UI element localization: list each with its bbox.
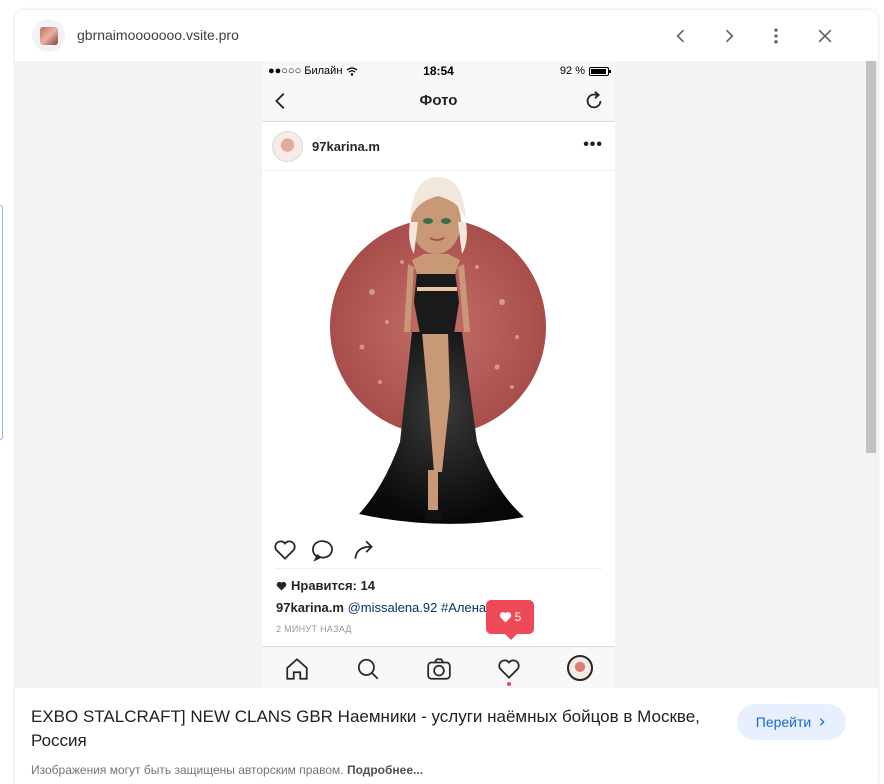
- site-favicon[interactable]: [32, 19, 65, 52]
- like-notification-badge: 5: [486, 600, 534, 640]
- post-header: 97karina.m •••: [262, 123, 615, 171]
- share-icon[interactable]: [351, 537, 377, 563]
- side-panel-edge: [0, 205, 3, 440]
- caption-username: 97karina.m: [276, 600, 344, 615]
- close-icon: [818, 29, 832, 43]
- more-options-button[interactable]: [762, 22, 790, 50]
- refresh-icon: [586, 91, 602, 109]
- likes-count: Нравится: 14: [276, 578, 375, 593]
- activity-heart-icon: [498, 659, 520, 679]
- caption-mention: @missalena.92: [347, 600, 438, 615]
- chevron-right-icon: [725, 29, 734, 43]
- preview-topbar: gbrnaimooooooo.vsite.pro: [15, 10, 878, 61]
- site-domain[interactable]: gbrnaimooooooo.vsite.pro: [77, 27, 239, 43]
- scrollbar-thumb[interactable]: [866, 61, 876, 453]
- comment-icon[interactable]: [311, 537, 337, 563]
- more-dots-icon: •••: [583, 136, 603, 153]
- next-image-button[interactable]: [715, 22, 743, 50]
- photo-title: Фото: [419, 92, 458, 109]
- likes-label: Нравится: 14: [291, 578, 375, 593]
- scrollbar[interactable]: [864, 61, 878, 688]
- heart-filled-icon: [499, 612, 511, 623]
- chevron-left-icon: [676, 29, 685, 43]
- post-divider: [276, 568, 602, 569]
- copyright-text: Изображения могут быть защищены авторски…: [31, 763, 344, 777]
- post-photo: [262, 172, 615, 530]
- battery-icon: [589, 66, 611, 76]
- notification-count: 5: [514, 610, 522, 624]
- post-username: 97karina.m: [312, 139, 380, 154]
- page-title-link[interactable]: EXBO STALCRAFT] NEW CLANS GBR Наемники -…: [31, 705, 731, 753]
- heart-filled-icon: [276, 581, 287, 591]
- fashion-illustration: [330, 177, 546, 524]
- image-preview-panel: gbrnaimooooooo.vsite.pro ●●○○○ Билайн 18…: [15, 10, 878, 784]
- visit-button[interactable]: Перейти: [737, 704, 846, 740]
- home-icon: [286, 658, 308, 680]
- visit-button-label: Перейти: [755, 714, 812, 730]
- battery-percent: 92 %: [559, 65, 585, 77]
- avatar: [272, 131, 303, 162]
- more-vert-icon: [774, 28, 778, 44]
- learn-more-link[interactable]: Подробнее...: [347, 763, 423, 777]
- bottom-tab-bar: [262, 646, 615, 688]
- activity-indicator: [507, 682, 511, 686]
- search-icon: [357, 658, 379, 680]
- heart-icon[interactable]: [272, 537, 298, 563]
- photo-header: Фото: [262, 81, 615, 122]
- chevron-right-icon: [820, 718, 825, 726]
- close-button[interactable]: [811, 22, 839, 50]
- image-viewer[interactable]: ●●○○○ Билайн 18:54 92 % Фото 97karina.m …: [15, 61, 864, 688]
- camera-icon: [427, 658, 451, 680]
- preview-footer: EXBO STALCRAFT] NEW CLANS GBR Наемники -…: [15, 688, 878, 784]
- copyright-notice: Изображения могут быть защищены авторски…: [31, 763, 423, 777]
- phone-status-bar: ●●○○○ Билайн 18:54 92 %: [262, 61, 615, 81]
- previous-image-button[interactable]: [667, 22, 695, 50]
- profile-avatar: [567, 655, 593, 681]
- preview-image: ●●○○○ Билайн 18:54 92 % Фото 97karina.m …: [262, 61, 615, 688]
- post-timestamp: 2 МИНУТ НАЗАД: [276, 624, 352, 634]
- post-actions: [262, 531, 615, 567]
